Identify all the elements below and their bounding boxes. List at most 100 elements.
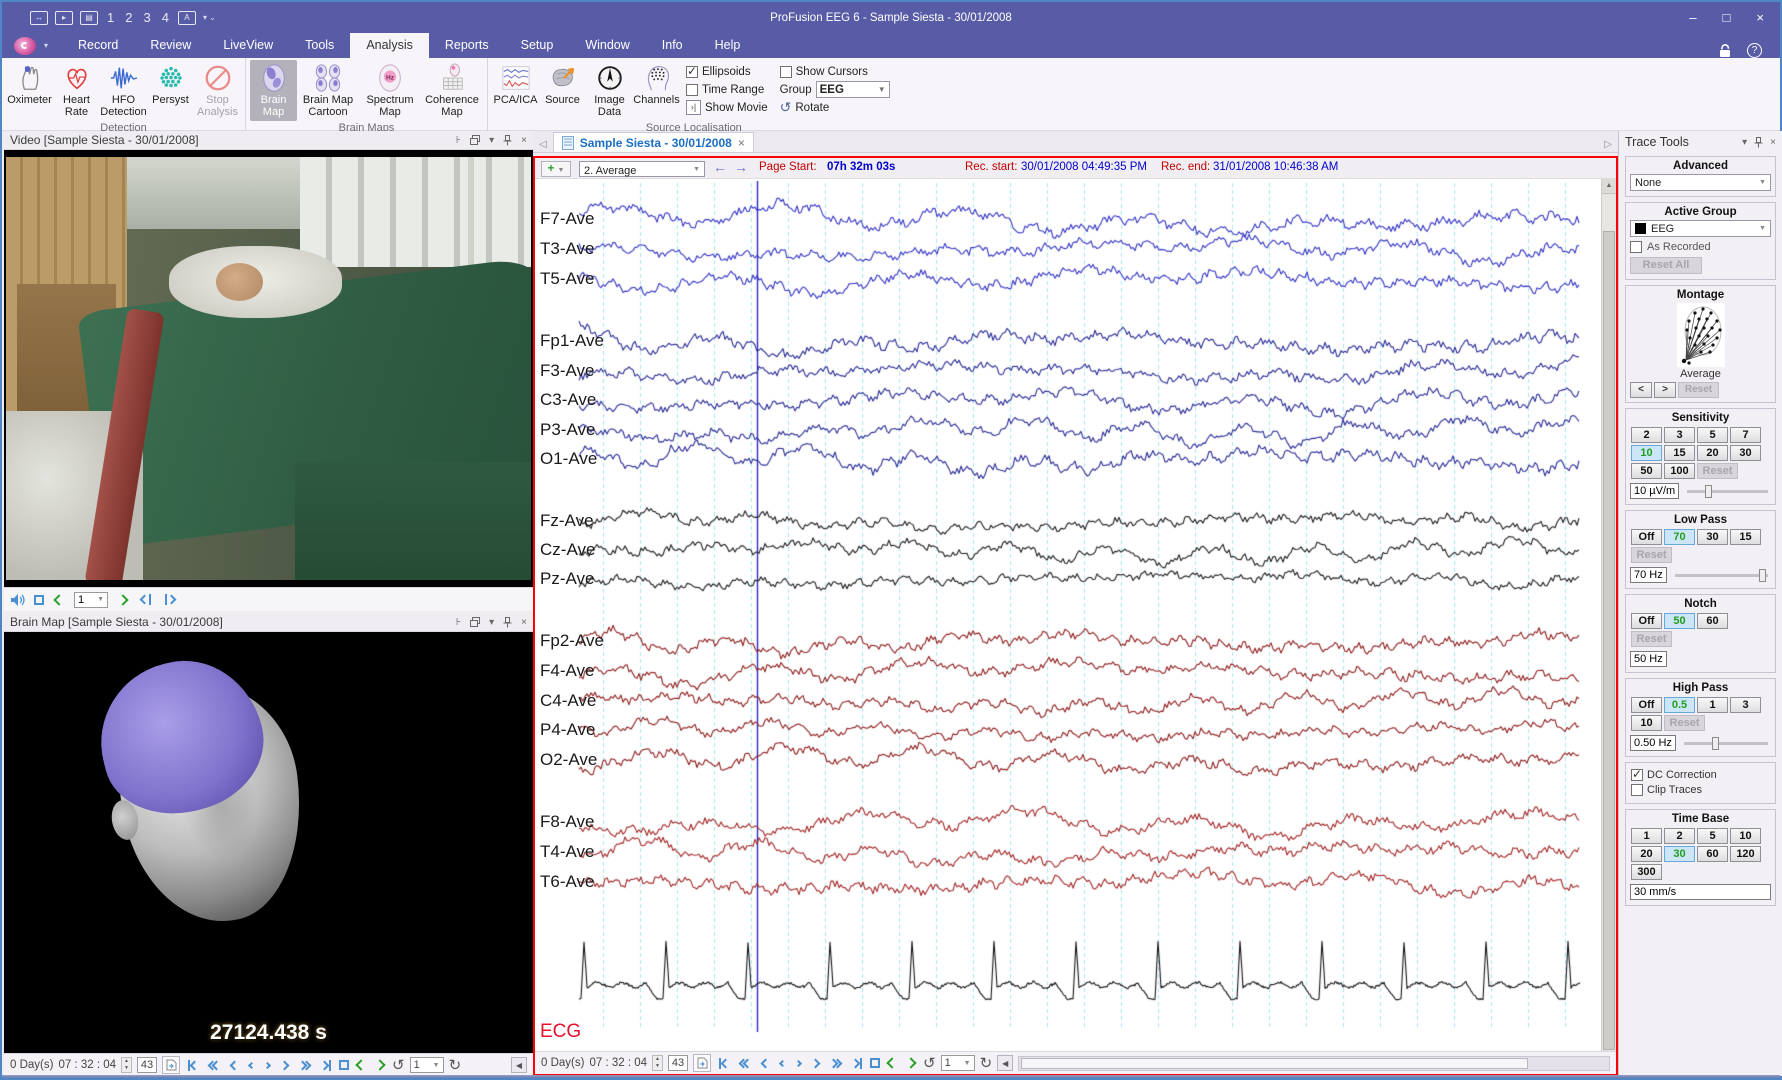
montage-icon[interactable]: A (177, 10, 196, 25)
low-pass-value[interactable]: 70 Hz (1630, 567, 1667, 583)
channels-button[interactable]: Channels (633, 60, 680, 108)
channel-label-o2-ave[interactable]: O2-Ave (540, 750, 597, 770)
time-range-checkbox[interactable] (686, 83, 698, 96)
page-number-field[interactable]: 43 (668, 1055, 688, 1071)
brainmap-view[interactable]: 27124.438 s (4, 632, 533, 1053)
panel-close-icon[interactable]: × (521, 617, 527, 628)
back-small-button[interactable] (246, 1056, 257, 1074)
first-page-button[interactable] (716, 1054, 732, 1072)
sensitivity-value[interactable]: 10 µV/m (1630, 483, 1680, 499)
panel-close-icon[interactable]: × (521, 135, 527, 146)
low-pass-button-70[interactable]: 70 (1664, 529, 1695, 545)
channel-label-f8-ave[interactable]: F8-Ave (540, 812, 595, 832)
forward-small-button[interactable] (262, 1056, 273, 1074)
panel-menu-caret-icon[interactable]: ▾ (489, 617, 494, 628)
sensitivity-button-5[interactable]: 5 (1697, 427, 1728, 443)
fast-forward-button[interactable] (296, 1056, 313, 1074)
channel-label-cz-ave[interactable]: Cz-Ave (540, 540, 595, 560)
prev-page-arrow-icon[interactable]: ← (713, 159, 727, 175)
play-forward-button[interactable] (904, 1054, 918, 1072)
hfo-detection-button[interactable]: HFO Detection (100, 60, 147, 121)
video-step-back-button[interactable] (138, 591, 154, 609)
channel-label-t5-ave[interactable]: T5-Ave (540, 269, 595, 289)
app-menu-caret-icon[interactable]: ▾ (44, 41, 48, 50)
forward-page-button[interactable] (809, 1054, 822, 1072)
hscroll-left-arrow[interactable]: ◀ (997, 1055, 1014, 1071)
pin-icon[interactable] (1754, 136, 1763, 148)
time-base-button-2[interactable]: 2 (1664, 828, 1695, 844)
sensitivity-slider[interactable] (1687, 484, 1768, 498)
review-window-icon[interactable]: ▸ (55, 10, 73, 25)
video-speed-select[interactable]: 1 ▼ (74, 591, 108, 608)
layout-3-button[interactable]: 3 (141, 10, 152, 25)
page-number-field[interactable]: 43 (137, 1057, 157, 1073)
time-base-button-1[interactable]: 1 (1631, 828, 1662, 844)
channel-label-o1-ave[interactable]: O1-Ave (540, 449, 597, 469)
low-pass-slider[interactable] (1674, 568, 1768, 582)
panel-menu-caret-icon[interactable]: ▾ (1742, 137, 1747, 148)
oximeter-button[interactable]: Oximeter (6, 60, 53, 108)
fast-back-button[interactable] (206, 1056, 223, 1074)
app-logo-icon[interactable] (14, 37, 36, 55)
advanced-select[interactable]: None ▼ (1630, 174, 1771, 191)
sensitivity-button-2[interactable]: 2 (1631, 427, 1662, 443)
spectrum-map-button[interactable]: Hz Spectrum Map (359, 60, 421, 121)
video-stop-button[interactable] (34, 594, 44, 605)
redo-icon[interactable]: ↻ (449, 1058, 462, 1073)
sensitivity-button-20[interactable]: 20 (1697, 445, 1728, 461)
channel-label-fp1-ave[interactable]: Fp1-Ave (540, 331, 604, 351)
play-forward-button[interactable] (373, 1056, 387, 1074)
sensitivity-button-100[interactable]: 100 (1664, 463, 1695, 479)
eeg-document-tab[interactable]: Sample Siesta - 30/01/2008 × (552, 132, 754, 152)
speaker-icon[interactable] (10, 593, 26, 607)
high-pass-button-1[interactable]: 1 (1697, 697, 1728, 713)
close-button[interactable]: × (1756, 10, 1764, 25)
menu-tab-liveview[interactable]: LiveView (207, 33, 289, 58)
montage-next-button[interactable]: > (1654, 382, 1676, 398)
back-small-button[interactable] (777, 1054, 788, 1072)
channel-label-t4-ave[interactable]: T4-Ave (540, 842, 595, 862)
notch-button-off[interactable]: Off (1631, 613, 1662, 629)
time-base-button-120[interactable]: 120 (1730, 846, 1761, 862)
show-movie-button[interactable]: ›| Show Movie (686, 100, 768, 115)
notch-button-60[interactable]: 60 (1697, 613, 1728, 629)
pin-icon[interactable] (503, 134, 512, 146)
high-pass-button-off[interactable]: Off (1631, 697, 1662, 713)
menu-tab-setup[interactable]: Setup (505, 33, 570, 58)
menu-tab-help[interactable]: Help (699, 33, 757, 58)
ellipsoids-checkbox[interactable] (686, 64, 698, 78)
group-select[interactable]: EEG ▼ (815, 81, 890, 98)
time-base-button-20[interactable]: 20 (1631, 846, 1662, 862)
next-page-arrow-icon[interactable]: → (734, 159, 748, 175)
montage-combo[interactable]: 2. Average ▼ (579, 161, 705, 177)
maximize-button[interactable]: □ (1723, 10, 1731, 25)
sensitivity-button-50[interactable]: 50 (1631, 463, 1662, 479)
channel-label-p3-ave[interactable]: P3-Ave (540, 420, 595, 440)
low-pass-button-off[interactable]: Off (1631, 529, 1662, 545)
forward-page-button[interactable] (278, 1056, 291, 1074)
scroll-up-icon[interactable]: ▲ (1602, 179, 1616, 194)
time-spinner[interactable]: ▲ ▼ (652, 1055, 663, 1071)
jump-select[interactable]: 1 ▼ (940, 1055, 975, 1071)
montage-prev-button[interactable]: < (1630, 382, 1652, 398)
play-back-button[interactable] (885, 1054, 899, 1072)
low-pass-button-15[interactable]: 15 (1730, 529, 1761, 545)
coherence-map-button[interactable]: Coherence Map (421, 60, 483, 121)
video-play-button[interactable] (116, 591, 130, 609)
layout-1-button[interactable]: 1 (105, 10, 116, 25)
menu-tab-record[interactable]: Record (62, 33, 134, 58)
channel-label-ecg[interactable]: ECG (540, 1021, 581, 1043)
menu-tab-info[interactable]: Info (646, 33, 699, 58)
persyst-button[interactable]: Persyst (147, 60, 194, 108)
brain-map-button[interactable]: Brain Map (250, 60, 297, 121)
eeg-horizontal-scrollbar[interactable] (1018, 1055, 1610, 1071)
channel-label-pz-ave[interactable]: Pz-Ave (540, 569, 595, 589)
last-page-button[interactable] (849, 1054, 865, 1072)
menu-tab-analysis[interactable]: Analysis (350, 33, 429, 58)
channel-label-fp2-ave[interactable]: Fp2-Ave (540, 631, 604, 651)
back-page-button[interactable] (759, 1054, 772, 1072)
channel-label-f4-ave[interactable]: F4-Ave (540, 661, 595, 681)
sensitivity-button-7[interactable]: 7 (1730, 427, 1761, 443)
channel-label-t3-ave[interactable]: T3-Ave (540, 239, 595, 259)
channel-label-c3-ave[interactable]: C3-Ave (540, 390, 596, 410)
